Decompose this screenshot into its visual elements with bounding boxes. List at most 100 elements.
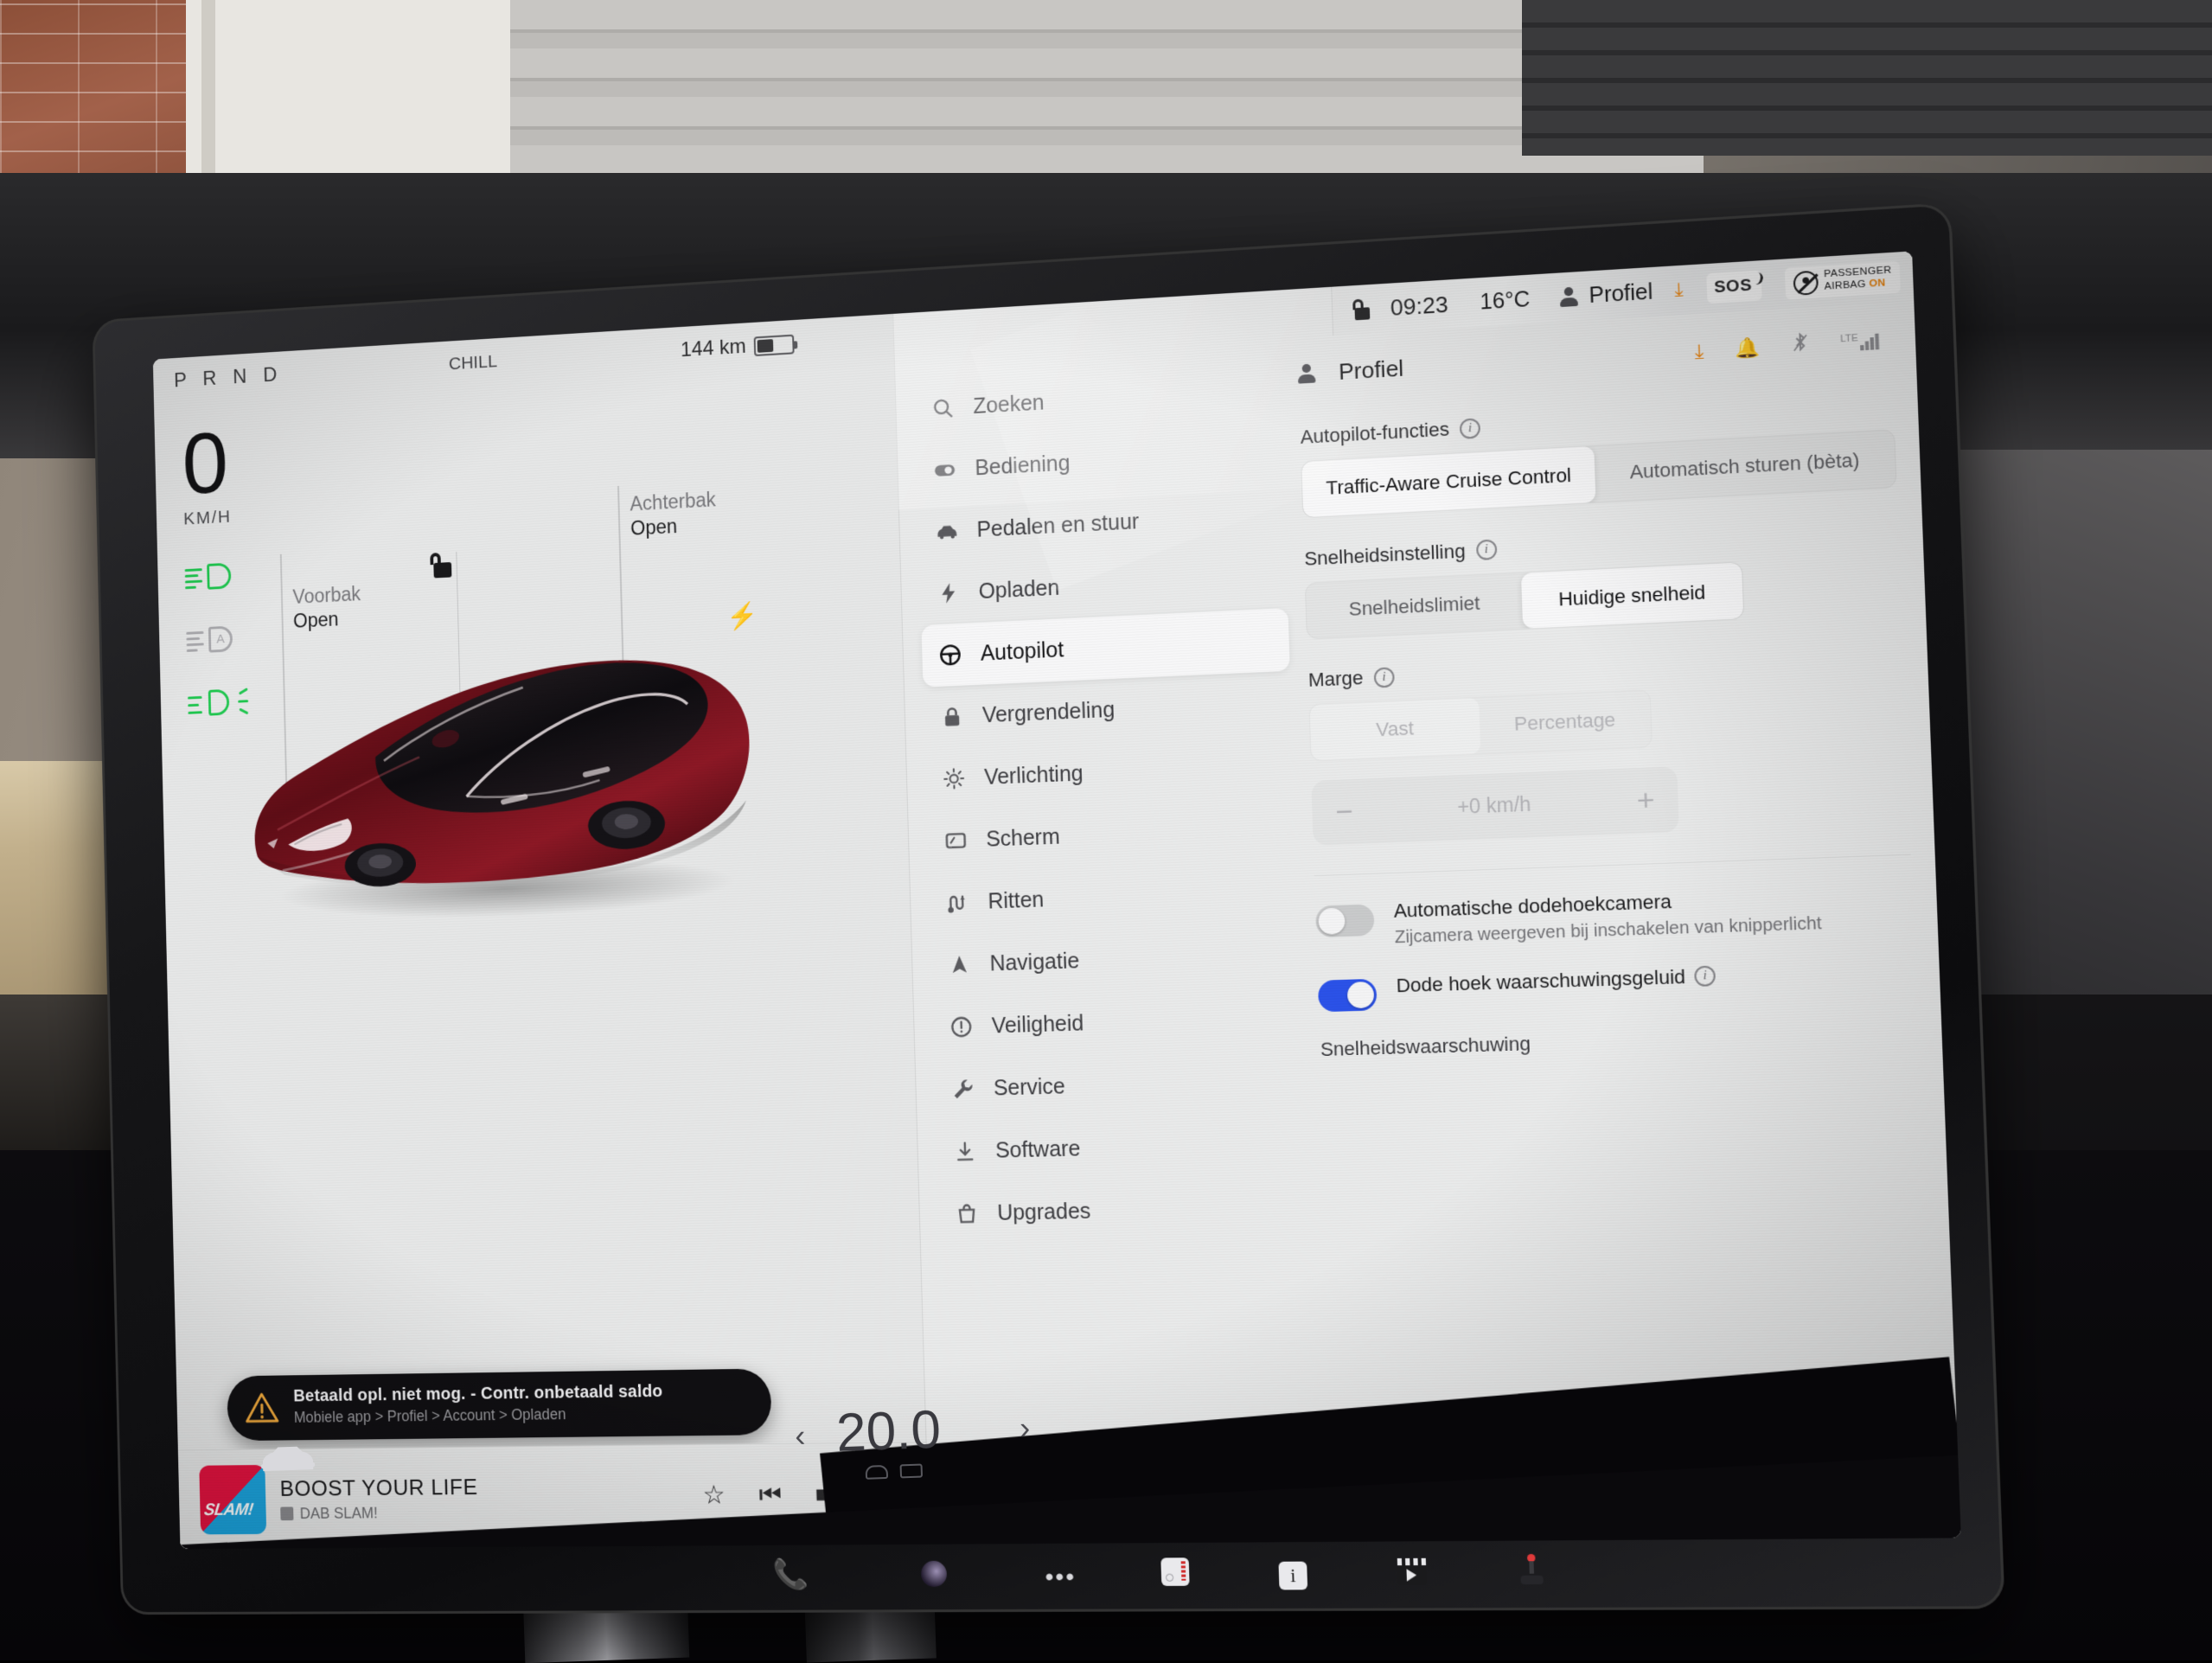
range-indicator[interactable]: 144 km bbox=[681, 332, 795, 362]
software-download-icon[interactable]: ⤓ bbox=[1694, 339, 1704, 363]
navigation-arrow-icon bbox=[947, 951, 974, 978]
car-icon bbox=[934, 518, 960, 545]
speed-setting-segmented-control[interactable]: Snelheidslimiet Huidige snelheid bbox=[1305, 561, 1744, 640]
sidebar-item-upgrades[interactable]: Upgrades bbox=[938, 1175, 1309, 1246]
section-label-text: Marge bbox=[1307, 667, 1363, 692]
autopilot-settings: Profiel ⤓ 🔔 LTE bbox=[1292, 301, 1961, 1542]
unlocked-padlock-icon[interactable] bbox=[1352, 298, 1371, 320]
sidebar-label: Vergrendeling bbox=[982, 697, 1116, 728]
defrost-rear-icon[interactable] bbox=[900, 1464, 924, 1479]
sidebar-label: Upgrades bbox=[997, 1199, 1091, 1225]
margin-stepper[interactable]: − +0 km/h + bbox=[1312, 766, 1680, 846]
segment-percentage[interactable]: Percentage bbox=[1479, 690, 1652, 753]
sidebar-label: Software bbox=[995, 1136, 1081, 1163]
drive-mode-label: CHILL bbox=[449, 352, 498, 375]
gear-indicator: P R N D bbox=[174, 363, 283, 393]
sidebar-item-software[interactable]: Software bbox=[937, 1112, 1307, 1184]
window-frame bbox=[186, 0, 515, 173]
segment-snelheidslimiet[interactable]: Snelheidslimiet bbox=[1306, 572, 1523, 638]
airbag-off-icon bbox=[1793, 270, 1819, 295]
chime-title-text: Dode hoek waarschuwingsgeluid bbox=[1396, 965, 1685, 997]
unlocked-padlock-icon[interactable] bbox=[430, 552, 453, 578]
margin-decrease-button[interactable]: − bbox=[1335, 796, 1353, 827]
settings-panel: 09:23 16°C Profiel ⤓ SOS PASSENGER AIRBA… bbox=[893, 251, 1961, 1544]
warning-triangle-icon bbox=[245, 1391, 279, 1423]
sidebar-label: Scherm bbox=[986, 824, 1060, 852]
sidebar-label: Service bbox=[993, 1074, 1065, 1101]
screen-surface: P R N D CHILL 144 km 0 KM/H bbox=[153, 251, 1961, 1549]
sidebar-item-service[interactable]: Service bbox=[935, 1048, 1305, 1121]
bolt-icon bbox=[936, 579, 962, 606]
sidebar-label: Ritten bbox=[988, 887, 1045, 914]
app-dock: 📞 ••• i bbox=[180, 1532, 1963, 1602]
trips-icon bbox=[945, 889, 971, 916]
sidebar-item-veiligheid[interactable]: Veiligheid bbox=[932, 985, 1302, 1059]
climate-temperature: 20.0 bbox=[835, 1399, 942, 1464]
energy-app-icon[interactable] bbox=[1160, 1557, 1190, 1590]
steering-wheel-icon bbox=[937, 642, 963, 668]
sos-button[interactable]: SOS bbox=[1706, 270, 1761, 304]
phone-icon[interactable]: 📞 bbox=[772, 1557, 809, 1592]
info-icon[interactable]: i bbox=[1694, 965, 1716, 986]
blind-spot-chime-toggle[interactable] bbox=[1318, 978, 1378, 1012]
airbag-line2: AIRBAG bbox=[1825, 279, 1867, 292]
blind-spot-camera-row[interactable]: Automatische dodehoekcamera Zijcamera we… bbox=[1315, 881, 1914, 950]
info-icon[interactable]: i bbox=[1476, 540, 1498, 561]
sidebar-label: Navigatie bbox=[989, 949, 1079, 976]
segment-automatisch-sturen[interactable]: Automatisch sturen (bèta) bbox=[1594, 430, 1896, 502]
profile-avatar-icon[interactable] bbox=[1298, 363, 1316, 383]
toast-title: Betaald opl. niet mog. - Contr. onbetaal… bbox=[293, 1382, 663, 1406]
sidebar-item-navigatie[interactable]: Navigatie bbox=[930, 923, 1301, 997]
segment-huidige-snelheid[interactable]: Huidige snelheid bbox=[1521, 562, 1742, 629]
garage-door-right bbox=[1522, 0, 2212, 156]
sun-icon bbox=[941, 765, 967, 792]
bluetooth-off-icon[interactable] bbox=[1790, 331, 1809, 359]
display-icon bbox=[943, 828, 969, 854]
source-label: DAB SLAM! bbox=[300, 1504, 378, 1522]
segment-vast[interactable]: Vast bbox=[1310, 698, 1480, 761]
sidebar-label: Zoeken bbox=[973, 390, 1045, 419]
car-front-icon[interactable] bbox=[259, 1443, 316, 1474]
camera-icon[interactable] bbox=[921, 1561, 948, 1591]
slam-logo[interactable]: SLAM! bbox=[199, 1464, 266, 1533]
info-app-icon[interactable]: i bbox=[1279, 1562, 1308, 1590]
station-logo-text: SLAM! bbox=[203, 1500, 254, 1520]
joystick-app-icon[interactable] bbox=[1517, 1554, 1545, 1589]
divider bbox=[1314, 854, 1910, 876]
more-dots-icon[interactable]: ••• bbox=[1045, 1563, 1076, 1591]
lte-label: LTE bbox=[1840, 333, 1858, 345]
blind-spot-chime-row[interactable]: Dode hoek waarschuwingsgeluid i bbox=[1318, 958, 1916, 1012]
profile-avatar-icon[interactable] bbox=[1560, 286, 1579, 307]
temperature-decrease-arrow[interactable]: ‹ bbox=[795, 1417, 806, 1454]
info-icon[interactable]: i bbox=[1373, 667, 1394, 688]
margin-label: Marge i bbox=[1307, 643, 1903, 692]
blind-spot-chime-title: Dode hoek waarschuwingsgeluid i bbox=[1396, 964, 1716, 997]
info-icon[interactable]: i bbox=[1460, 418, 1480, 439]
speed-setting-label: Snelheidsinstelling i bbox=[1304, 518, 1899, 571]
sidebar-label: Autopilot bbox=[980, 637, 1064, 666]
margin-value: +0 km/h bbox=[1352, 789, 1637, 823]
margin-increase-button[interactable]: + bbox=[1636, 784, 1655, 816]
speed-warning-section-partial[interactable]: Snelheidswaarschuwing bbox=[1320, 1021, 1918, 1061]
defrost-front-icon[interactable] bbox=[866, 1465, 889, 1480]
passenger-airbag-indicator: PASSENGER AIRBAG ON bbox=[1784, 261, 1901, 299]
vehicle-render bbox=[216, 577, 773, 954]
dab-icon bbox=[280, 1506, 293, 1520]
vehicle-visualization[interactable]: Voorbak Open Achterbak Open ⚡ bbox=[156, 433, 914, 1047]
alert-circle-icon bbox=[949, 1014, 975, 1040]
settings-menu: Zoeken Bediening Pedalen e bbox=[895, 338, 1331, 1545]
profile-name[interactable]: Profiel bbox=[1589, 279, 1653, 309]
airbag-state: ON bbox=[1869, 278, 1885, 289]
range-value: 144 km bbox=[681, 335, 746, 362]
rear-trunk-status[interactable]: Achterbak Open bbox=[630, 488, 717, 542]
software-download-icon[interactable]: ⤓ bbox=[1674, 280, 1684, 300]
video-app-icon[interactable] bbox=[1397, 1558, 1427, 1589]
margin-segmented-control[interactable]: Vast Percentage bbox=[1309, 689, 1653, 761]
temperature-increase-arrow[interactable]: › bbox=[1019, 1410, 1030, 1446]
sidebar-label: Veiligheid bbox=[991, 1011, 1084, 1039]
section-label-text: Snelheidsinstelling bbox=[1304, 540, 1466, 571]
bell-icon[interactable]: 🔔 bbox=[1735, 336, 1761, 360]
segment-traffic-aware-cruise-control[interactable]: Traffic-Aware Cruise Control bbox=[1302, 446, 1596, 517]
blind-spot-camera-toggle[interactable] bbox=[1315, 904, 1375, 937]
sidebar-label: Bediening bbox=[975, 451, 1071, 481]
